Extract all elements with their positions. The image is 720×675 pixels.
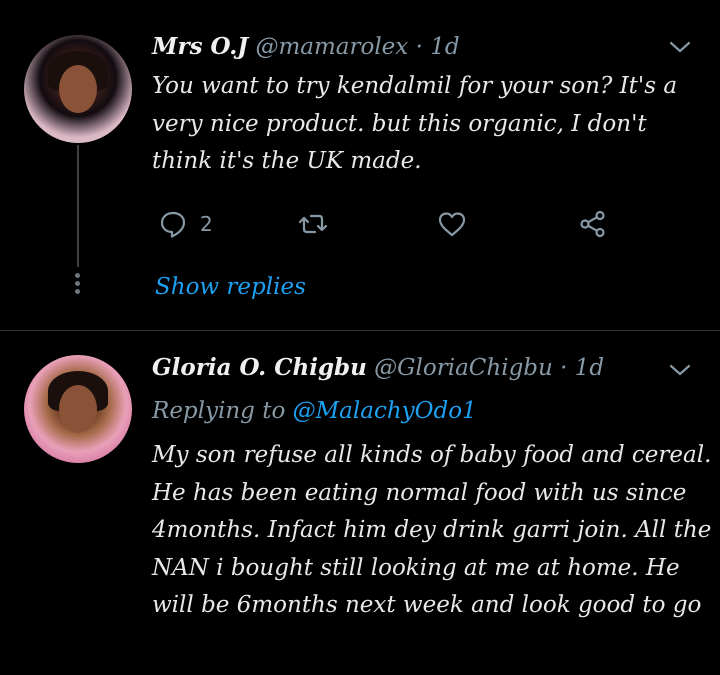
user-handle[interactable]: @GloriaChigbu: [374, 355, 553, 381]
replying-to-line: Replying to @MalachyOdo1: [152, 393, 477, 430]
display-name[interactable]: Gloria O. Chigbu: [152, 354, 367, 381]
tweet-gloria-chigbu[interactable]: Gloria O. Chigbu @GloriaChigbu · 1d Repl…: [0, 0, 720, 675]
chevron-down-icon[interactable]: [668, 358, 692, 382]
avatar[interactable]: [24, 355, 132, 463]
timestamp[interactable]: 1d: [575, 355, 604, 381]
replying-to-user-link[interactable]: @MalachyOdo1: [293, 398, 477, 424]
tweet-text: My son refuse all kinds of baby food and…: [152, 442, 712, 618]
replying-to-label: Replying to: [152, 398, 286, 424]
separator-dot: ·: [560, 355, 568, 381]
tweet-header: Gloria O. Chigbu @GloriaChigbu · 1d: [152, 352, 604, 384]
